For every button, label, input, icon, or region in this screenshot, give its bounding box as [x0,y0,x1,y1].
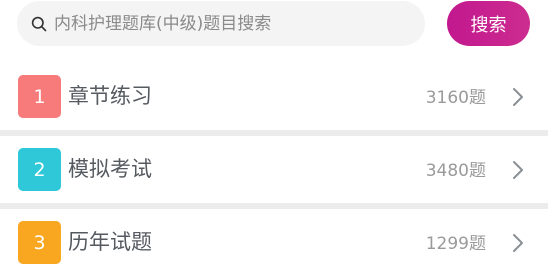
number-badge: 3 [18,221,61,264]
question-count: 3160题 [425,88,486,108]
search-bar[interactable] [17,1,425,46]
row-title: 模拟考试 [68,157,152,181]
question-bank-page: 搜索 1 章节练习 3160题 2 模拟考试 3480题 3 历年试题 1299… [0,0,548,273]
search-input[interactable] [54,13,414,34]
chevron-right-icon[interactable] [511,233,525,253]
list-item-past-exams[interactable]: 3 历年试题 1299题 [0,209,548,273]
list-item-mock-exam[interactable]: 2 模拟考试 3480题 [0,136,548,203]
list-item-chapter-practice[interactable]: 1 章节练习 3160题 [0,63,548,130]
question-count: 1299题 [425,234,486,254]
chevron-right-icon[interactable] [511,160,525,180]
search-icon [31,16,47,32]
number-badge: 1 [18,75,61,118]
row-title: 章节练习 [68,84,152,108]
question-count: 3480题 [425,161,486,181]
number-badge: 2 [18,148,61,191]
row-title: 历年试题 [68,230,152,254]
search-button[interactable]: 搜索 [447,1,530,46]
chevron-right-icon[interactable] [511,87,525,107]
